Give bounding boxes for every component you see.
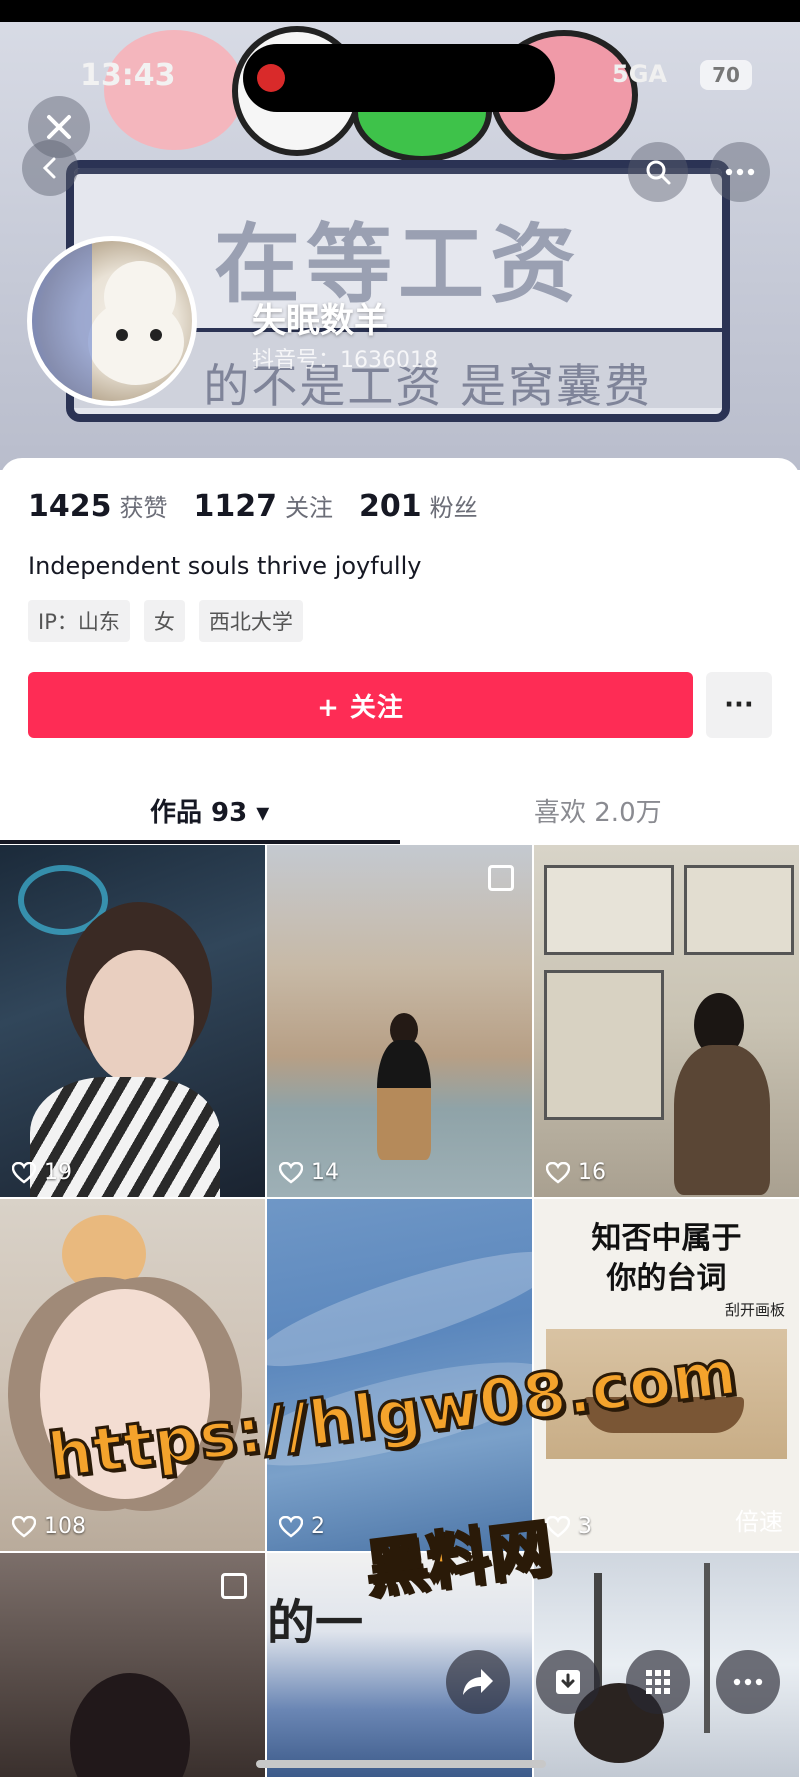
- video-thumbnail[interactable]: 19: [0, 845, 265, 1197]
- stat-value: 1127: [193, 489, 278, 524]
- search-button[interactable]: [628, 142, 688, 202]
- multi-image-icon: [488, 865, 514, 891]
- content-tabs: 作品 93 ▾ 喜欢 2.0万: [0, 768, 800, 846]
- stat-likes[interactable]: 1425 获赞: [28, 488, 168, 524]
- stat-value: 1425: [28, 489, 112, 524]
- back-button[interactable]: [22, 140, 78, 196]
- profile-screen: 在等工资 的不是工资 是窝囊费 13:43 5GA 70 失眠数羊 抖音号：16…: [0, 0, 800, 1777]
- grid-icon: [646, 1670, 670, 1694]
- floating-actions: [446, 1650, 780, 1714]
- stat-label: 粉丝: [429, 494, 478, 522]
- bear-sticker: [62, 1215, 146, 1293]
- more-horizontal-icon: [725, 168, 755, 176]
- stat-following[interactable]: 1127 关注: [194, 488, 334, 524]
- download-button[interactable]: [536, 1650, 600, 1714]
- video-overlay-text: 的一: [267, 1595, 364, 1651]
- network-indicator: 5GA: [612, 60, 667, 88]
- like-count: 19: [12, 1160, 72, 1185]
- chevron-left-icon: [42, 157, 56, 179]
- heart-icon: [279, 1515, 303, 1538]
- like-count: 3: [546, 1514, 592, 1539]
- heart-icon: [279, 1161, 303, 1184]
- like-count: 14: [279, 1160, 339, 1185]
- more-button[interactable]: [710, 142, 770, 202]
- video-thumbnail[interactable]: 108: [0, 1199, 265, 1551]
- heart-icon: [546, 1161, 570, 1184]
- tab-indicator: [0, 840, 400, 844]
- heart-icon: [12, 1161, 36, 1184]
- like-count: 16: [546, 1160, 606, 1185]
- share-button[interactable]: [446, 1650, 510, 1714]
- like-count-text: 16: [578, 1160, 606, 1185]
- grid-view-button[interactable]: [626, 1650, 690, 1714]
- battery-level: 70: [700, 60, 752, 90]
- dynamic-island: [243, 44, 555, 112]
- more-options-button[interactable]: [716, 1650, 780, 1714]
- like-count-text: 3: [578, 1514, 592, 1539]
- tag-ip: IP：山东: [28, 600, 130, 642]
- close-icon: [47, 115, 71, 139]
- video-thumbnail[interactable]: [0, 1553, 265, 1777]
- tag-gender: 女: [143, 600, 185, 642]
- profile-stats: 1425 获赞 1127 关注 201 粉丝: [28, 488, 478, 524]
- video-thumbnail[interactable]: 16: [534, 845, 799, 1197]
- profile-banner: 在等工资 的不是工资 是窝囊费 13:43 5GA 70 失眠数羊 抖音号：16…: [0, 0, 800, 470]
- more-horizontal-icon: [733, 1678, 763, 1686]
- like-count-text: 14: [311, 1160, 339, 1185]
- video-caption: 刮开画板: [724, 1301, 785, 1319]
- heart-icon: [546, 1515, 570, 1538]
- like-count-text: 19: [44, 1160, 72, 1185]
- video-title-line2: 你的台词: [606, 1261, 727, 1296]
- tab-likes[interactable]: 喜欢 2.0万: [534, 792, 662, 829]
- download-icon: [556, 1670, 580, 1694]
- home-indicator[interactable]: [256, 1760, 546, 1768]
- stat-followers[interactable]: 201 粉丝: [359, 488, 478, 524]
- douyin-id[interactable]: 抖音号：1636018: [252, 342, 438, 374]
- search-icon: [646, 160, 671, 185]
- share-arrow-icon: [463, 1669, 493, 1695]
- stat-value: 201: [359, 489, 422, 524]
- multi-image-icon: [221, 1573, 247, 1599]
- heart-icon: [12, 1515, 36, 1538]
- recording-dot-icon: [257, 64, 285, 92]
- follow-button[interactable]: + 关注: [28, 672, 693, 738]
- speed-label[interactable]: 倍速: [735, 1502, 783, 1537]
- video-grid: 19 14 16 108 2 知否中属于 你的台词 刮开画板 倍速 3 的一: [0, 845, 800, 1777]
- person-figure: [84, 950, 194, 1085]
- nickname: 失眠数羊: [252, 301, 388, 341]
- tag-school[interactable]: 西北大学: [198, 600, 303, 642]
- status-time: 13:43: [80, 58, 176, 93]
- profile-tags: IP：山东 女 西北大学: [28, 600, 303, 642]
- like-count: 108: [12, 1514, 86, 1539]
- bio-text: Independent souls thrive joyfully: [28, 552, 422, 580]
- avatar[interactable]: [27, 236, 197, 406]
- like-count: 2: [279, 1514, 325, 1539]
- video-title-line1: 知否中属于: [591, 1221, 742, 1256]
- like-count-text: 108: [44, 1514, 86, 1539]
- video-thumbnail[interactable]: 14: [267, 845, 532, 1197]
- top-edge: [0, 0, 800, 22]
- person-figure: [70, 1673, 190, 1777]
- like-count-text: 2: [311, 1514, 325, 1539]
- more-actions-button[interactable]: ···: [706, 672, 772, 738]
- stat-label: 获赞: [119, 494, 168, 522]
- stat-label: 关注: [285, 494, 333, 522]
- tab-works[interactable]: 作品 93 ▾: [150, 792, 269, 829]
